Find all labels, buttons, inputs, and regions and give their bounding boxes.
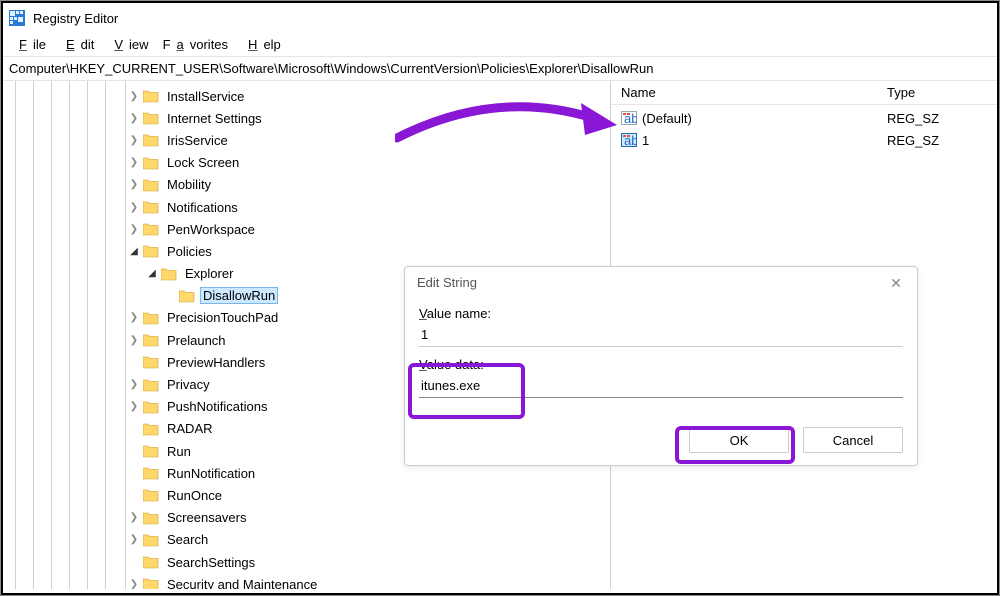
tree-item-label: PushNotifications [164,398,270,415]
tree-item-label: Explorer [182,265,236,282]
tree-item-label: Lock Screen [164,154,242,171]
tree-item[interactable]: ❯ Security and Maintenance [127,573,610,589]
tree-item[interactable]: ❯ Internet Settings [127,107,610,129]
chevron-icon[interactable]: ❯ [127,333,141,347]
tree-item[interactable]: ❯ Lock Screen [127,152,610,174]
chevron-icon[interactable]: ❯ [127,378,141,392]
tree-item-label: PreviewHandlers [164,354,268,371]
svg-text:ab: ab [624,111,637,126]
dialog-close-icon[interactable]: ✕ [883,273,909,293]
value-name-label: Value name: [419,306,903,321]
svg-text:ab: ab [624,133,637,148]
tree-item[interactable]: ❯ InstallService [127,85,610,107]
tree-item-label: RADAR [164,420,216,437]
chevron-icon[interactable]: ❯ [127,178,141,192]
chevron-icon[interactable]: ❯ [127,156,141,170]
chevron-icon[interactable]: ❯ [127,400,141,414]
tree-item[interactable]: ❯ Search [127,529,610,551]
column-header-name[interactable]: Name [611,85,881,100]
menu-favorites[interactable]: Favorites [157,35,234,54]
ok-button[interactable]: OK [689,427,789,453]
edit-string-dialog: Edit String ✕ Value name: 1 Value data: … [404,266,918,466]
menu-help[interactable]: Help [236,35,287,54]
registry-editor-icon [9,10,25,26]
value-row[interactable]: ab (Default) REG_SZ [611,107,997,129]
chevron-icon[interactable]: ◢ [127,244,141,258]
value-data-field[interactable]: itunes.exe [419,374,903,398]
cancel-button[interactable]: Cancel [803,427,903,453]
tree-item[interactable]: RunOnce [127,484,610,506]
tree-item-label: Notifications [164,199,241,216]
tree-item-label: IrisService [164,132,231,149]
tree-item-label: RunNotification [164,465,258,482]
tree-item-label: Run [164,443,194,460]
chevron-icon[interactable]: ❯ [127,133,141,147]
tree-item[interactable]: ❯ Screensavers [127,507,610,529]
menu-edit[interactable]: Edit [54,35,100,54]
address-bar[interactable]: Computer\HKEY_CURRENT_USER\Software\Micr… [3,56,997,81]
tree-item-label: RunOnce [164,487,225,504]
title-bar: Registry Editor [3,3,997,33]
tree-item-label: InstallService [164,88,247,105]
chevron-icon[interactable]: ❯ [127,222,141,236]
menu-bar: File Edit View Favorites Help [3,33,997,56]
chevron-icon[interactable]: ❯ [127,89,141,103]
chevron-icon[interactable]: ❯ [127,311,141,325]
tree-item[interactable]: ❯ Notifications [127,196,610,218]
chevron-icon[interactable]: ❯ [127,200,141,214]
column-header-type[interactable]: Type [881,85,997,100]
tree-item-label: Security and Maintenance [164,576,320,589]
value-row[interactable]: ab 1 REG_SZ [611,129,997,151]
value-name-field[interactable]: 1 [419,323,903,347]
tree-item-label: PenWorkspace [164,221,258,238]
dialog-title: Edit String [405,267,917,298]
tree-item-label: Policies [164,243,215,260]
chevron-icon[interactable]: ◢ [145,267,159,281]
tree-item-label: PrecisionTouchPad [164,309,281,326]
tree-item-label: Screensavers [164,509,249,526]
value-data-label: Value data: [419,357,903,372]
tree-item-label: Internet Settings [164,110,265,127]
tree-item[interactable]: ❯ Mobility [127,174,610,196]
value-name: 1 [642,133,649,148]
tree-item[interactable]: ❯ PenWorkspace [127,218,610,240]
menu-view[interactable]: View [102,35,154,54]
chevron-icon[interactable]: ❯ [127,533,141,547]
chevron-icon[interactable]: ❯ [127,111,141,125]
value-type: REG_SZ [881,111,997,126]
chevron-icon[interactable]: ❯ [127,511,141,525]
menu-file[interactable]: File [7,35,52,54]
tree-item-label: Search [164,531,211,548]
tree-item-label: DisallowRun [200,287,278,304]
tree-item[interactable]: SearchSettings [127,551,610,573]
tree-item[interactable]: ❯ IrisService [127,129,610,151]
tree-item-label: Privacy [164,376,213,393]
window-title: Registry Editor [33,11,118,26]
value-type: REG_SZ [881,133,997,148]
tree-item-label: SearchSettings [164,554,258,571]
value-name: (Default) [642,111,692,126]
tree-item-label: Prelaunch [164,332,229,349]
tree-item[interactable]: ◢ Policies [127,240,610,262]
chevron-icon[interactable]: ❯ [127,577,141,589]
tree-item-label: Mobility [164,176,214,193]
